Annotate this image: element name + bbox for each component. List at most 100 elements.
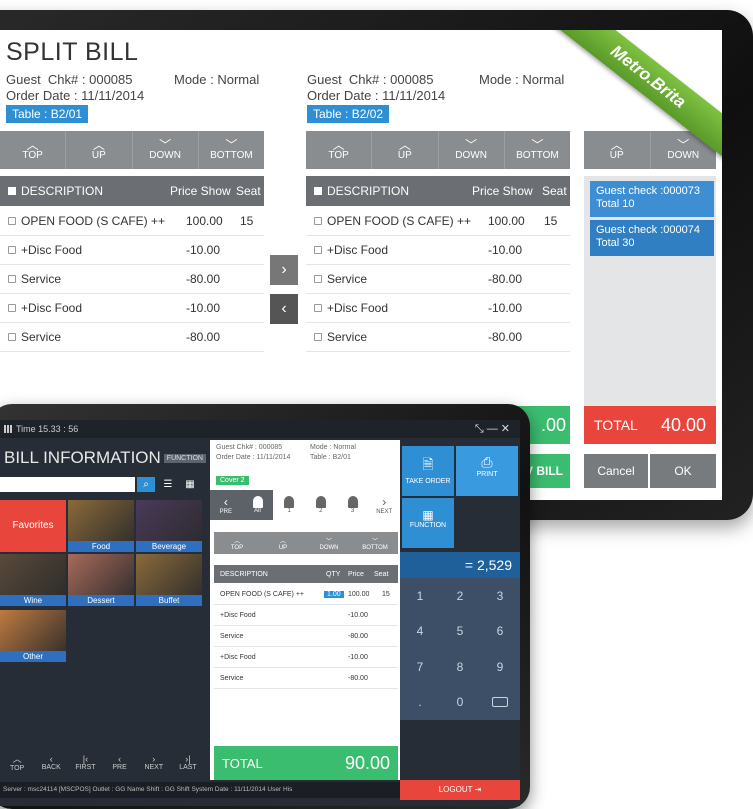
row-checkbox[interactable]: [8, 217, 16, 225]
keypad-key[interactable]: 0: [440, 685, 480, 721]
item-row[interactable]: +Disc Food -10.00: [306, 236, 570, 265]
search-input[interactable]: [0, 477, 135, 492]
ticket-row[interactable]: OPEN FOOD (S CAFE) ++ 1.00 100.00 15: [214, 585, 398, 605]
row-checkbox[interactable]: [8, 275, 16, 283]
chevron-left-icon: ‹: [281, 300, 287, 317]
guest-up-button[interactable]: ︿ UP: [584, 131, 651, 169]
category-tile[interactable]: Favorites: [0, 500, 66, 552]
move-right-button[interactable]: ›: [270, 255, 298, 285]
minimize-icon[interactable]: —: [487, 423, 498, 435]
seat-1-button[interactable]: 1: [273, 490, 305, 520]
seat-next-button[interactable]: › NEXT: [368, 490, 400, 520]
seat-all-button[interactable]: All: [241, 490, 274, 520]
search-button[interactable]: ⌕: [137, 477, 155, 492]
logout-button[interactable]: LOGOUT ⇥: [400, 780, 520, 800]
function-button[interactable]: ▦ FUNCTION: [402, 498, 454, 548]
item-seat: 15: [240, 214, 254, 228]
backspace-key[interactable]: [480, 685, 520, 721]
grid-view-button[interactable]: ▦: [181, 477, 199, 492]
keypad-key[interactable]: 1: [400, 578, 440, 614]
category-tile[interactable]: Other: [0, 610, 66, 662]
item-row[interactable]: Service -80.00: [306, 323, 570, 352]
close-icon[interactable]: ✕: [501, 423, 510, 435]
category-tile[interactable]: Beverage: [136, 500, 202, 552]
apps-grid-icon[interactable]: [4, 425, 12, 433]
guest-check-item[interactable]: Guest check :000073 Total 10: [590, 181, 714, 217]
right-top-button[interactable]: ︿ TOP: [306, 131, 373, 169]
ticket-top-label: TOP: [230, 544, 244, 551]
seat-3-button[interactable]: 3: [337, 490, 369, 520]
ticket-row[interactable]: +Disc Food -10.00: [214, 648, 398, 668]
keypad-key[interactable]: 9: [480, 649, 520, 685]
bottom-nav-button[interactable]: › NEXT: [137, 746, 171, 778]
guest-check-item[interactable]: Guest check :000074 Total 30: [590, 220, 714, 256]
category-tile[interactable]: Buffet: [136, 554, 202, 606]
category-label: Other: [0, 651, 66, 662]
bottom-nav-button[interactable]: |‹ FIRST: [68, 746, 102, 778]
row-checkbox[interactable]: [314, 304, 322, 312]
row-checkbox[interactable]: [314, 217, 322, 225]
keypad-key[interactable]: 4: [400, 614, 440, 650]
category-tile[interactable]: Dessert: [68, 554, 134, 606]
right-up-button[interactable]: ︿ UP: [372, 131, 439, 169]
seat-prev-button[interactable]: ‹ PRE: [210, 490, 242, 520]
item-row[interactable]: Service -80.00: [0, 265, 264, 294]
print-button[interactable]: ⎙ PRINT: [456, 446, 518, 496]
item-row[interactable]: OPEN FOOD (S CAFE) ++ 100.00 15: [306, 207, 570, 236]
row-checkbox[interactable]: [314, 246, 322, 254]
keypad-key[interactable]: 5: [440, 614, 480, 650]
window-controls[interactable]: ⤡ — ✕: [475, 420, 510, 438]
right-down-button[interactable]: ﹀ DOWN: [439, 131, 505, 169]
item-price: -10.00: [488, 301, 523, 315]
category-tile[interactable]: Food: [68, 500, 134, 552]
cancel-button[interactable]: Cancel: [584, 454, 648, 488]
item-row[interactable]: Service -80.00: [306, 265, 570, 294]
row-checkbox[interactable]: [314, 333, 322, 341]
take-order-button[interactable]: 🗎 TAKE ORDER: [402, 446, 454, 496]
ticket-up-button[interactable]: ︿ UP: [260, 532, 306, 554]
item-row[interactable]: Service -80.00: [0, 323, 264, 352]
row-checkbox[interactable]: [8, 333, 16, 341]
clock-time: Time 15.33 : 56: [16, 424, 79, 434]
bottom-nav: ︿ TOP ‹ BACK |‹ FIRST ‹ PRE › NEXT ›| LAST: [0, 746, 205, 778]
left-bottom-button[interactable]: ﹀ BOTTOM: [199, 131, 264, 169]
ticket-down-button[interactable]: ﹀ DOWN: [306, 532, 352, 554]
item-row[interactable]: OPEN FOOD (S CAFE) ++ 100.00 15: [0, 207, 264, 236]
ok-button[interactable]: OK: [650, 454, 716, 488]
select-all-checkbox[interactable]: [8, 187, 16, 195]
function-tag[interactable]: FUNCTION: [163, 454, 206, 464]
ticket-row[interactable]: Service -80.00: [214, 669, 398, 689]
ticket-row[interactable]: +Disc Food -10.00: [214, 606, 398, 626]
keypad-key[interactable]: 3: [480, 578, 520, 614]
ticket-bottom-button[interactable]: ﹀ BOTTOM: [352, 532, 398, 554]
bottom-nav-button[interactable]: ‹ BACK: [34, 746, 68, 778]
collapse-icon[interactable]: ⤡: [475, 423, 484, 435]
row-checkbox[interactable]: [8, 246, 16, 254]
list-view-button[interactable]: ☰: [159, 477, 177, 492]
row-checkbox[interactable]: [314, 275, 322, 283]
category-tile[interactable]: Wine: [0, 554, 66, 606]
ticket-row[interactable]: Service -80.00: [214, 627, 398, 647]
keypad-key[interactable]: 7: [400, 649, 440, 685]
item-row[interactable]: +Disc Food -10.00: [0, 294, 264, 323]
left-down-button[interactable]: ﹀ DOWN: [133, 131, 199, 169]
bottom-nav-button[interactable]: ‹ PRE: [103, 746, 137, 778]
move-left-button[interactable]: ‹: [270, 294, 298, 324]
keypad-key[interactable]: 8: [440, 649, 480, 685]
ticket-top-button[interactable]: ︿ TOP: [214, 532, 260, 554]
left-up-button[interactable]: ︿ UP: [66, 131, 133, 169]
seat-2-button[interactable]: 2: [305, 490, 337, 520]
bottom-nav-button[interactable]: ︿ TOP: [0, 746, 34, 778]
row-checkbox[interactable]: [8, 304, 16, 312]
item-row[interactable]: +Disc Food -10.00: [306, 294, 570, 323]
bottom-nav-button[interactable]: ›| LAST: [171, 746, 205, 778]
keypad-key[interactable]: 6: [480, 614, 520, 650]
keypad-key[interactable]: .: [400, 685, 440, 721]
item-qty[interactable]: 1.00: [324, 591, 344, 598]
item-row[interactable]: +Disc Food -10.00: [0, 236, 264, 265]
left-top-button[interactable]: ︿ TOP: [0, 131, 67, 169]
right-bottom-button[interactable]: ﹀ BOTTOM: [505, 131, 570, 169]
print-label: PRINT: [476, 471, 498, 478]
select-all-checkbox[interactable]: [314, 187, 322, 195]
keypad-key[interactable]: 2: [440, 578, 480, 614]
